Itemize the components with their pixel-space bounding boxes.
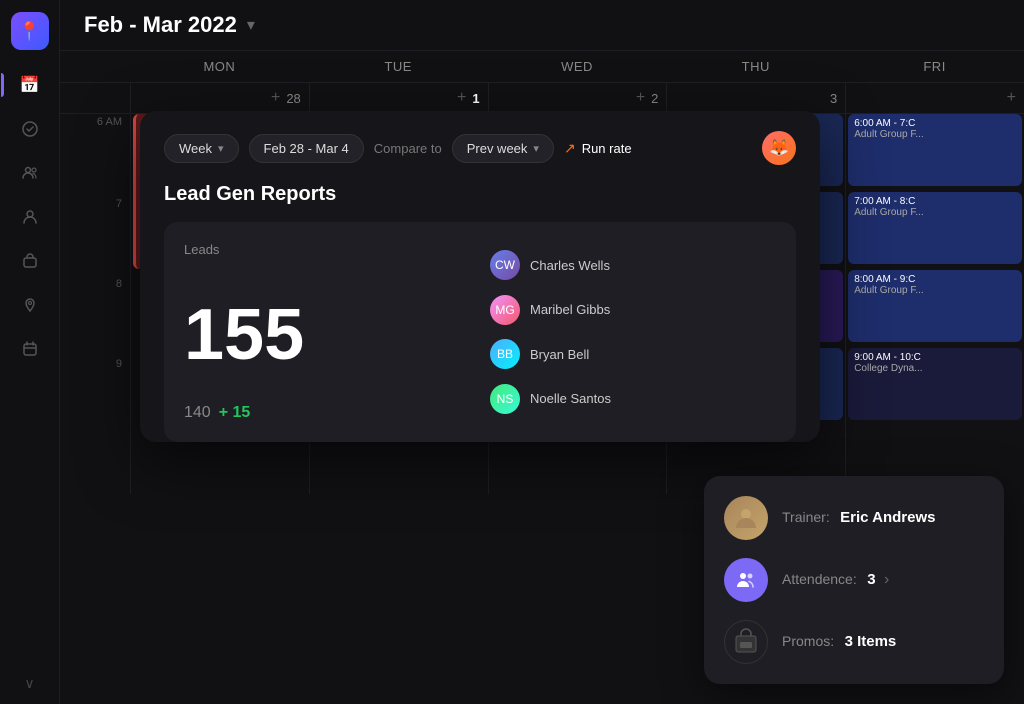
leads-total: 155 <box>184 265 470 404</box>
date-spacer <box>60 83 130 113</box>
run-rate-icon: ↗ <box>564 140 576 157</box>
time-7am: 7 <box>60 194 130 274</box>
leads-sub: 140 + 15 <box>184 404 470 422</box>
list-item: CW Charles Wells <box>490 250 776 280</box>
day-header-wed: WED <box>488 51 667 82</box>
sidebar-item-location[interactable] <box>11 286 49 324</box>
date-range-btn[interactable]: Feb 28 - Mar 4 <box>249 134 364 163</box>
date-tue: + 1 <box>309 83 488 113</box>
lead-avatar-3: BB <box>490 339 520 369</box>
day-header-thu: THU <box>666 51 845 82</box>
popup-attendence-row: Attendence: 3 › <box>724 558 984 602</box>
sidebar-item-users[interactable] <box>11 154 49 192</box>
page-title: Feb - Mar 2022 <box>84 12 237 38</box>
day-col-fri: 6:00 AM - 7:C Adult Group F... 7:00 AM -… <box>845 114 1024 494</box>
day-header-fri: FRI <box>845 51 1024 82</box>
leads-card: Leads 155 140 + 15 CW Charles Wells MG M… <box>164 222 796 442</box>
title-dropdown-icon[interactable]: ▾ <box>247 15 255 35</box>
list-item: MG Maribel Gibbs <box>490 295 776 325</box>
popup-trainer-info: Trainer: Eric Andrews <box>782 509 935 527</box>
sidebar-item-bag[interactable] <box>11 242 49 280</box>
week-dropdown-icon: ▾ <box>218 142 224 155</box>
overlay-panel: Week ▾ Feb 28 - Mar 4 Compare to Prev we… <box>140 111 820 442</box>
leads-base: 140 <box>184 404 211 422</box>
overlay-toolbar: Week ▾ Feb 28 - Mar 4 Compare to Prev we… <box>164 131 796 165</box>
sidebar-item-person[interactable] <box>11 198 49 236</box>
run-rate-btn[interactable]: ↗ Run rate <box>564 140 632 157</box>
lead-avatar-1: CW <box>490 250 520 280</box>
popup-attendence-info: Attendence: 3 › <box>782 571 889 589</box>
popup-trainer-row: Trainer: Eric Andrews <box>724 496 984 540</box>
date-thu: 3 <box>666 83 845 113</box>
event-fri-3[interactable]: 8:00 AM - 9:C Adult Group F... <box>848 270 1022 342</box>
day-header-tue: TUE <box>309 51 488 82</box>
add-mon-icon[interactable]: + <box>271 89 280 107</box>
compare-label: Compare to <box>374 141 442 156</box>
attendence-icon <box>724 558 768 602</box>
event-fri-4[interactable]: 9:00 AM - 10:C College Dyna... <box>848 348 1022 420</box>
leads-plus: + 15 <box>219 404 251 422</box>
prev-week-btn[interactable]: Prev week ▾ <box>452 134 554 163</box>
list-item: BB Bryan Bell <box>490 339 776 369</box>
add-fri-icon[interactable]: + <box>1007 89 1016 107</box>
add-tue-icon[interactable]: + <box>457 89 466 107</box>
date-mon: + 28 <box>130 83 309 113</box>
sidebar-item-calendar[interactable]: 📅 <box>11 66 49 104</box>
date-wed: + 2 <box>488 83 667 113</box>
report-title: Lead Gen Reports <box>164 183 796 206</box>
lead-name-3: Bryan Bell <box>530 347 589 362</box>
leads-label: Leads <box>184 242 470 257</box>
popup-promos-row: Promos: 3 Items <box>724 620 984 664</box>
event-fri-2[interactable]: 7:00 AM - 8:C Adult Group F... <box>848 192 1022 264</box>
popup-promos-info: Promos: 3 Items <box>782 633 896 651</box>
trainer-avatar <box>724 496 768 540</box>
lead-name-1: Charles Wells <box>530 258 610 273</box>
lead-avatar-4: NS <box>490 384 520 414</box>
header: Feb - Mar 2022 ▾ <box>60 0 1024 51</box>
time-column: 6 AM 7 8 9 <box>60 114 130 494</box>
main-content: Feb - Mar 2022 ▾ MON TUE WED THU FRI + 2… <box>60 0 1024 704</box>
calendar-area: MON TUE WED THU FRI + 28 + 1 + 2 3 <box>60 51 1024 704</box>
day-header-mon: MON <box>130 51 309 82</box>
date-fri: + <box>845 83 1024 113</box>
popup-card: Trainer: Eric Andrews Attendence: 3 <box>704 476 1004 684</box>
date-row: + 28 + 1 + 2 3 + <box>60 83 1024 114</box>
time-6am: 6 AM <box>60 114 130 194</box>
leads-left: Leads 155 140 + 15 <box>184 242 470 422</box>
sidebar-item-check[interactable] <box>11 110 49 148</box>
lead-avatar-2: MG <box>490 295 520 325</box>
time-9am: 9 <box>60 354 130 434</box>
lead-name-2: Maribel Gibbs <box>530 302 610 317</box>
sidebar-collapse[interactable]: ∨ <box>24 675 34 692</box>
sidebar: 📍 📅 <box>0 0 60 704</box>
week-selector-btn[interactable]: Week ▾ <box>164 134 239 163</box>
event-fri-1[interactable]: 6:00 AM - 7:C Adult Group F... <box>848 114 1022 186</box>
app-logo: 📍 <box>11 12 49 50</box>
list-item: NS Noelle Santos <box>490 384 776 414</box>
promos-icon <box>724 620 768 664</box>
sidebar-item-calendar2[interactable] <box>11 330 49 368</box>
add-wed-icon[interactable]: + <box>636 89 645 107</box>
day-headers: MON TUE WED THU FRI <box>60 51 1024 83</box>
time-8am: 8 <box>60 274 130 354</box>
lead-name-4: Noelle Santos <box>530 391 611 406</box>
user-avatar: 🦊 <box>762 131 796 165</box>
prev-week-dropdown-icon: ▾ <box>533 142 539 155</box>
attendence-chevron-icon[interactable]: › <box>884 571 889 588</box>
leads-list: CW Charles Wells MG Maribel Gibbs BB Bry… <box>490 242 776 422</box>
